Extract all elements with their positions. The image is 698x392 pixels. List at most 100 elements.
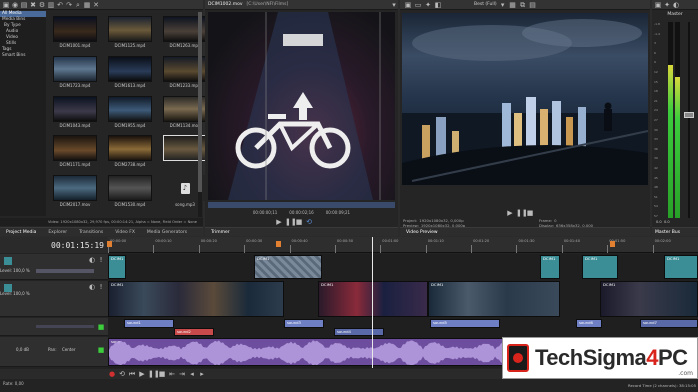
stop-icon[interactable]: ■ xyxy=(295,218,303,226)
external-monitor-icon[interactable]: ▭ xyxy=(414,1,422,9)
video-clip[interactable]: DCIM1 xyxy=(582,255,618,279)
redo-icon[interactable]: ↷ xyxy=(65,1,73,9)
properties-icon[interactable]: ▣ xyxy=(404,1,412,9)
media-thumb[interactable]: DCIM1125.mp4 xyxy=(108,16,152,49)
media-thumb[interactable]: DCIM1001.mp4 xyxy=(53,16,97,49)
tab-master-bus[interactable]: Master Bus xyxy=(652,230,683,235)
record-arm-icon[interactable]: ■ xyxy=(97,346,105,354)
play-icon[interactable]: ▶ xyxy=(275,218,283,226)
play-from-start-icon[interactable]: ⏮ xyxy=(128,370,136,378)
region-marker[interactable] xyxy=(107,241,112,247)
tab-video-preview[interactable]: Video Preview xyxy=(400,230,444,235)
chevron-down-icon[interactable]: ▾ xyxy=(499,1,507,9)
pause-icon[interactable]: ❚❚ xyxy=(285,218,297,226)
media-thumb[interactable]: DCIM1043.mp4 xyxy=(53,95,97,129)
stop-icon[interactable]: ■ xyxy=(526,209,534,217)
properties-icon[interactable]: ▣ xyxy=(654,1,662,9)
audio-clip[interactable]: sound5 xyxy=(430,319,500,328)
mute-icon[interactable]: ◐ xyxy=(88,283,96,291)
track-header-audio-2[interactable]: 0,0 dB Pan: Center ■ xyxy=(0,337,108,367)
audio-clip[interactable]: sound6 xyxy=(576,319,602,328)
record-arm-icon[interactable]: ■ xyxy=(97,323,105,331)
tab-trimmer[interactable]: Trimmer xyxy=(205,230,236,235)
solo-icon[interactable]: ! xyxy=(97,256,105,264)
pause-icon[interactable]: ❚❚ xyxy=(516,209,528,217)
copy-snapshot-icon[interactable]: ⧉ xyxy=(519,1,527,9)
media-thumb[interactable]: DCIM1530.mp4 xyxy=(108,175,152,208)
view-icon[interactable]: ▥ xyxy=(47,1,55,9)
video-thumbnail xyxy=(53,95,97,122)
media-thumb[interactable]: DCIM1171.mp4 xyxy=(53,135,97,168)
record-icon[interactable]: ● xyxy=(108,370,116,378)
video-clip[interactable]: DCIM1 xyxy=(108,281,284,317)
region-marker[interactable] xyxy=(610,241,615,247)
media-thumb[interactable]: DCIM1613.mp4 xyxy=(108,55,152,89)
save-icon[interactable]: ▤ xyxy=(20,1,28,9)
media-thumb[interactable]: DCIM2017.mov xyxy=(53,175,97,208)
track-header-video-1[interactable]: Level: 100,0 % ◐ ! xyxy=(0,254,108,280)
go-to-start-icon[interactable]: ⇤ xyxy=(168,370,176,378)
media-thumb[interactable]: DCIM1723.mp4 xyxy=(53,55,97,89)
mute-icon[interactable]: ◐ xyxy=(88,256,96,264)
audio-clip[interactable]: sound3 xyxy=(284,319,324,328)
tab-video-fx[interactable]: Video FX xyxy=(109,230,141,235)
media-thumb[interactable]: DCIM1955.mp4 xyxy=(108,95,152,129)
tab-media-generators[interactable]: Media Generators xyxy=(141,230,193,235)
trimmer-strip[interactable] xyxy=(208,202,395,208)
track-header-audio-1[interactable]: ■ xyxy=(0,318,108,336)
video-clip[interactable]: DCIM1 xyxy=(254,255,322,279)
level-slider[interactable] xyxy=(36,269,94,273)
import-icon[interactable]: ▣ xyxy=(2,1,10,9)
split-screen-icon[interactable]: ◧ xyxy=(434,1,442,9)
loop-icon[interactable]: ⟲ xyxy=(118,370,126,378)
play-icon[interactable]: ▶ xyxy=(506,209,514,217)
video-clip[interactable]: DCIM1 xyxy=(540,255,560,279)
play-icon[interactable]: ▶ xyxy=(138,370,146,378)
dropdown-icon[interactable]: ▾ xyxy=(390,1,398,9)
master-fader[interactable] xyxy=(684,22,694,218)
video-clip[interactable]: DCIM1 xyxy=(108,255,126,279)
video-clip[interactable]: DCIM1 xyxy=(600,281,698,317)
explorer-scrollbar[interactable] xyxy=(198,12,202,217)
tab-project-media[interactable]: Project Media xyxy=(0,230,42,235)
track-header-video-2[interactable]: Level: 100,0 % ◐ ! xyxy=(0,281,108,317)
quality-select[interactable]: Best (Full) xyxy=(474,2,497,7)
tree-item[interactable]: Smart Bins xyxy=(0,53,46,59)
audio-clip[interactable]: sound4 xyxy=(334,328,384,336)
next-frame-icon[interactable]: ▸ xyxy=(198,370,206,378)
capture-icon[interactable]: ◉ xyxy=(11,1,19,9)
undo-icon[interactable]: ↶ xyxy=(56,1,64,9)
mute-icon[interactable]: ◐ xyxy=(672,1,680,9)
overlay-icon[interactable]: ▦ xyxy=(509,1,517,9)
tab-explorer[interactable]: Explorer xyxy=(42,230,73,235)
delete-icon[interactable]: ✖ xyxy=(29,1,37,9)
stop-icon[interactable]: ■ xyxy=(158,370,166,378)
playhead[interactable] xyxy=(372,237,373,368)
video-clip[interactable]: DCIM1 xyxy=(664,255,698,279)
city-skyline-graphic xyxy=(402,19,648,185)
trimmer-tabs: Trimmer xyxy=(205,227,398,236)
audio-clip[interactable]: sound1 xyxy=(124,319,174,328)
prev-frame-icon[interactable]: ◂ xyxy=(188,370,196,378)
save-snapshot-icon[interactable]: ▤ xyxy=(529,1,537,9)
media-thumb[interactable]: DCIM2738.mp4 xyxy=(108,135,152,168)
audio-clip[interactable]: sound2 xyxy=(174,328,214,336)
search-icon[interactable]: ⌕ xyxy=(74,1,82,9)
region-marker[interactable] xyxy=(276,241,281,247)
grid-icon[interactable]: ▦ xyxy=(83,1,91,9)
trimmer-length-time: 00:00:02;16 xyxy=(289,210,314,215)
tab-transitions[interactable]: Transitions xyxy=(73,230,109,235)
loop-icon[interactable]: ⟲ xyxy=(305,218,313,226)
audio-clip[interactable]: sound7 xyxy=(640,319,698,328)
fx-icon[interactable]: ✦ xyxy=(663,1,671,9)
go-to-end-icon[interactable]: ⇥ xyxy=(178,370,186,378)
video-clip[interactable]: DCIM1 xyxy=(318,281,428,317)
ruler-label: 00:01:40 xyxy=(563,239,580,243)
properties-icon[interactable]: ⚙ xyxy=(38,1,46,9)
meter-scale-label: 30 xyxy=(654,127,658,132)
video-clip[interactable]: DCIM1 xyxy=(428,281,560,317)
solo-icon[interactable]: ! xyxy=(97,283,105,291)
close-icon[interactable]: ✕ xyxy=(92,1,100,9)
pause-icon[interactable]: ❚❚ xyxy=(148,370,160,378)
fx-icon[interactable]: ✦ xyxy=(424,1,432,9)
